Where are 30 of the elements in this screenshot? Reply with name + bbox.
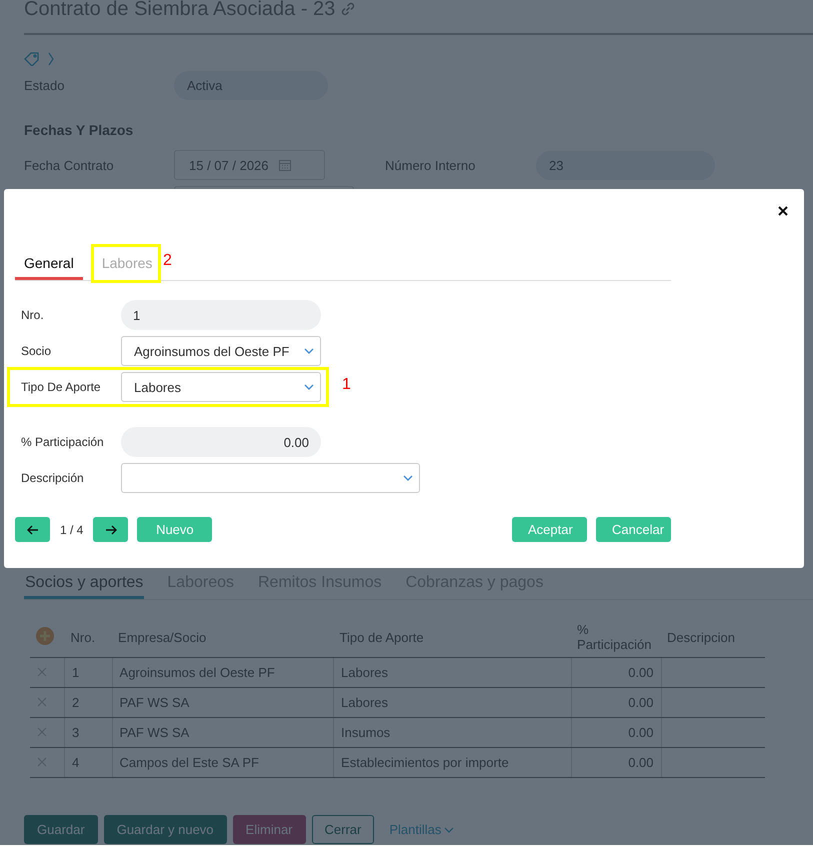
field-label: Estado xyxy=(24,78,66,92)
arrow-right-icon xyxy=(104,524,117,534)
select-field[interactable]: Agroinsumos del Oeste PF xyxy=(121,336,321,366)
field-label: Tipo De Aporte xyxy=(20,380,102,394)
number-field[interactable]: 0.00 xyxy=(121,427,321,457)
arrow-left-icon xyxy=(26,524,38,534)
field-label: Número Interno xyxy=(385,158,476,172)
close-icon xyxy=(778,206,788,216)
field-label: Nro. xyxy=(20,308,45,322)
chevron-down-icon xyxy=(304,384,314,390)
field-label: Fecha Contrato xyxy=(24,158,115,172)
section-title: Fechas Y Plazos xyxy=(24,122,134,138)
select-field[interactable] xyxy=(121,463,420,493)
annotation-number: 2 xyxy=(163,252,172,270)
cancel-button[interactable]: Cancelar xyxy=(596,517,671,542)
input-field[interactable]: 1 xyxy=(121,300,321,330)
chevron-down-icon xyxy=(403,475,413,481)
next-button[interactable] xyxy=(93,517,128,542)
highlight-frame xyxy=(91,244,161,283)
new-button[interactable]: Nuevo xyxy=(137,517,212,542)
field-label: Socio xyxy=(20,344,52,358)
field-label: % Participación xyxy=(20,435,105,449)
field-label: Descripción xyxy=(20,471,85,485)
chevron-down-icon xyxy=(304,348,314,354)
page-counter: 1 / 4 xyxy=(60,522,84,536)
previous-button[interactable] xyxy=(15,517,50,542)
accept-button[interactable]: Aceptar xyxy=(512,517,587,542)
tab[interactable]: General xyxy=(15,249,83,280)
annotation-number: 1 xyxy=(342,376,351,394)
select-field[interactable]: Labores xyxy=(121,372,321,402)
